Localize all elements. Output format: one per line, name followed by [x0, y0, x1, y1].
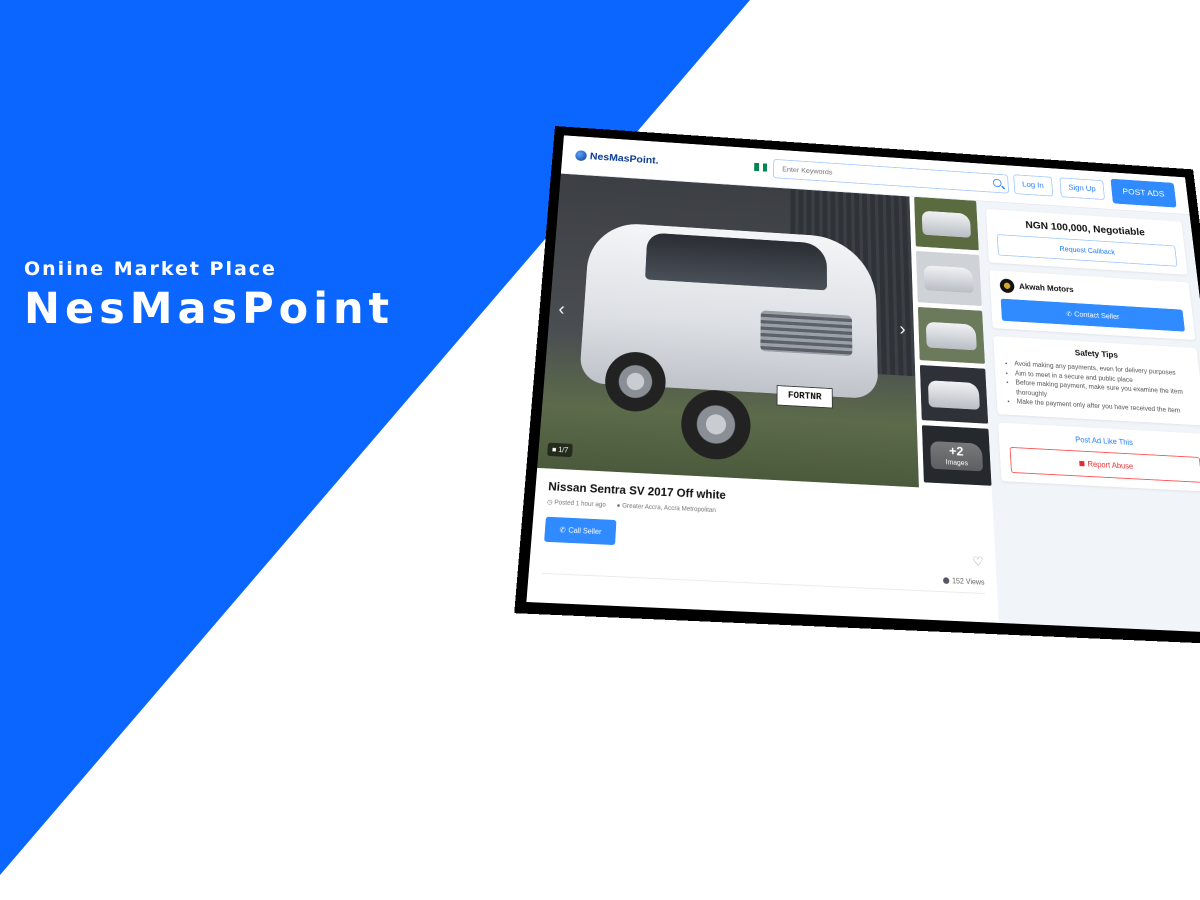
contact-seller-button[interactable]: ✆ Contact Seller	[1000, 298, 1185, 332]
thumbnail[interactable]	[914, 196, 979, 251]
phone-icon: ✆	[1066, 310, 1073, 318]
flag-icon	[1078, 460, 1085, 467]
thumbnail[interactable]	[917, 306, 985, 364]
license-plate: FORTNR	[776, 385, 833, 409]
seller-card: Akwah Motors ✆ Contact Seller	[989, 270, 1196, 341]
app-screen: NesMasPoint. Log In Sign Up POST ADS	[526, 135, 1200, 634]
photo-counter: ■ 1/7	[547, 442, 574, 458]
thumbnail-more[interactable]: +2 Images	[921, 425, 992, 486]
views-count: 152 Views	[943, 576, 985, 587]
logo-text: NesMasPoint.	[589, 150, 659, 166]
more-images-label: Images	[945, 458, 969, 468]
request-callback-button[interactable]: Request Callback	[996, 234, 1178, 267]
nigeria-flag-icon[interactable]	[754, 162, 768, 172]
search-input[interactable]	[780, 164, 994, 188]
actions-card: Post Ad Like This Report Abuse	[998, 422, 1200, 492]
next-photo-icon[interactable]: ›	[899, 319, 906, 340]
location: ● Greater Accra, Accra Metropolitan	[616, 502, 716, 514]
listing-panel: FORTNR ‹ › ■ 1/7 +2 Images Nissan Sentra…	[526, 173, 999, 623]
car-grille	[760, 310, 853, 357]
favorite-heart-icon[interactable]: ♡	[972, 554, 984, 570]
call-seller-button[interactable]: ✆ Call Seller	[544, 516, 617, 546]
logo-icon	[574, 149, 588, 161]
sidebar: NGN 100,000, Negotiable Request Callback…	[976, 201, 1200, 634]
main-content: FORTNR ‹ › ■ 1/7 +2 Images Nissan Sentra…	[526, 173, 1200, 634]
safety-tips-list: Avoid making any payments, even for deli…	[1004, 358, 1195, 416]
thumbnail[interactable]	[919, 365, 989, 424]
device-mockup: NesMasPoint. Log In Sign Up POST ADS	[0, 0, 1200, 900]
signup-button[interactable]: Sign Up	[1059, 177, 1106, 200]
photo-gallery: FORTNR ‹ › ■ 1/7 +2 Images	[537, 173, 992, 491]
seller-avatar	[999, 278, 1015, 294]
posted-time: ◷ Posted 1 hour ago	[546, 499, 607, 509]
more-images-overlay: +2 Images	[921, 425, 992, 486]
search-icon[interactable]	[992, 178, 1002, 188]
nav-actions: Log In Sign Up POST ADS	[1013, 172, 1177, 208]
eye-icon	[943, 577, 950, 585]
device-frame: NesMasPoint. Log In Sign Up POST ADS	[514, 126, 1200, 646]
logo[interactable]: NesMasPoint.	[574, 149, 659, 166]
search-bar	[773, 158, 1010, 194]
seller-name: Akwah Motors	[1018, 282, 1074, 295]
car-wheel-front	[679, 388, 752, 462]
prev-photo-icon[interactable]: ‹	[558, 298, 566, 319]
phone-icon: ✆	[559, 525, 566, 535]
divider	[541, 572, 986, 595]
login-button[interactable]: Log In	[1013, 174, 1053, 197]
more-images-count: +2	[948, 443, 964, 460]
price-card: NGN 100,000, Negotiable Request Callback	[985, 208, 1188, 275]
post-ads-button[interactable]: POST ADS	[1110, 178, 1177, 208]
report-abuse-button[interactable]: Report Abuse	[1009, 446, 1200, 483]
safety-tips-card: Safety Tips Avoid making any payments, e…	[993, 336, 1200, 426]
thumbnail[interactable]	[915, 250, 982, 307]
main-photo[interactable]: FORTNR ‹ › ■ 1/7	[537, 173, 919, 488]
